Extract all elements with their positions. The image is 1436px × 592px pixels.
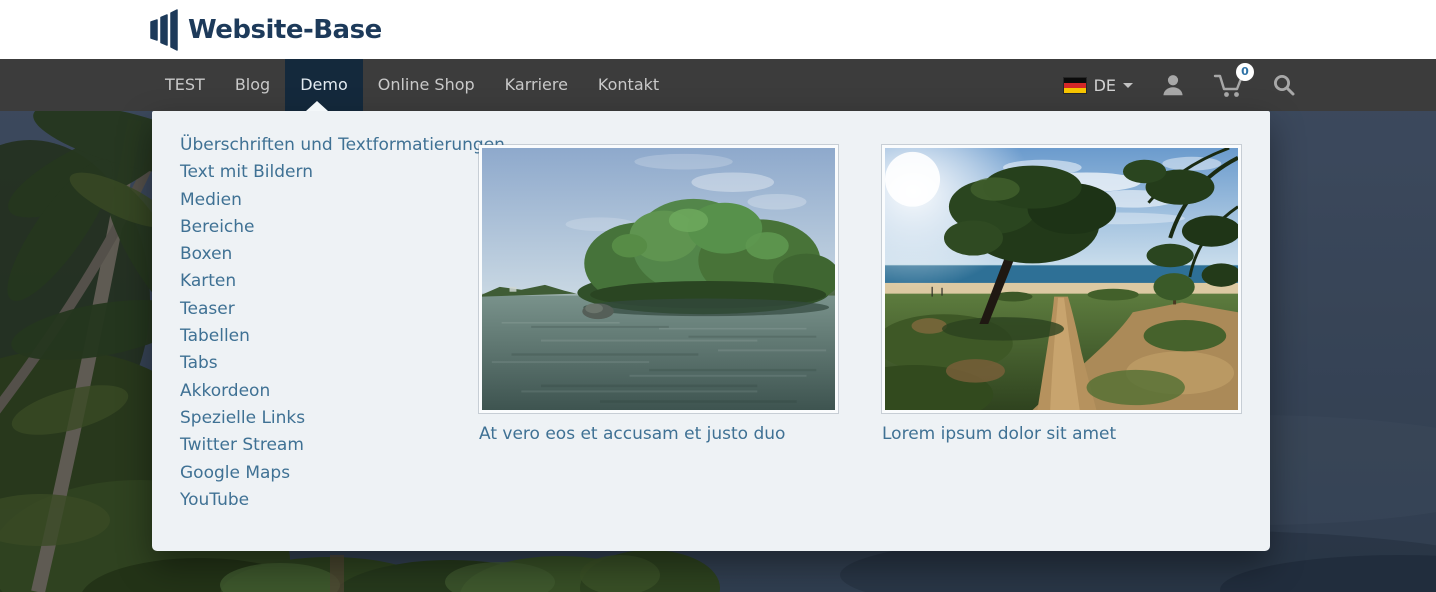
nav-item-online-shop[interactable]: Online Shop: [363, 59, 490, 111]
teaser-card-lake-island[interactable]: At vero eos et accusam et justo duo: [479, 145, 838, 444]
menu-link-akkordeon[interactable]: Akkordeon: [180, 378, 505, 405]
nav-item-karriere[interactable]: Karriere: [490, 59, 583, 111]
main-nav: TEST Blog Demo Online Shop Karriere Kont…: [0, 59, 1436, 111]
teaser-card-beach-tree[interactable]: Lorem ipsum dolor sit amet: [882, 145, 1241, 444]
menu-link-boxen[interactable]: Boxen: [180, 241, 505, 268]
menu-link-spezielle-links[interactable]: Spezielle Links: [180, 405, 505, 432]
language-switcher[interactable]: DE: [1064, 76, 1133, 95]
menu-link-twitter-stream[interactable]: Twitter Stream: [180, 432, 505, 459]
beach-tree-photo[interactable]: [882, 145, 1241, 413]
cart-button[interactable]: 0: [1213, 72, 1245, 99]
menu-link-tabellen[interactable]: Tabellen: [180, 323, 505, 350]
menu-link-bereiche[interactable]: Bereiche: [180, 214, 505, 241]
mega-menu-panel: Überschriften und Textformatierungen Tex…: [152, 111, 1270, 551]
nav-utilities: DE 0: [1064, 59, 1436, 111]
teaser-caption[interactable]: Lorem ipsum dolor sit amet: [882, 424, 1241, 444]
nav-item-test[interactable]: TEST: [150, 59, 220, 111]
menu-arrow: [306, 101, 328, 111]
menu-link-text-mit-bildern[interactable]: Text mit Bildern: [180, 159, 505, 186]
nav-links: TEST Blog Demo Online Shop Karriere Kont…: [0, 59, 674, 111]
language-label: DE: [1094, 76, 1116, 95]
menu-link-karten[interactable]: Karten: [180, 268, 505, 295]
top-bar: Website-Base: [0, 0, 1436, 59]
cart-badge: 0: [1236, 63, 1254, 81]
nav-item-kontakt[interactable]: Kontakt: [583, 59, 674, 111]
logo-text: Website-Base: [188, 17, 382, 43]
logo-bars-icon: [150, 9, 178, 51]
search-icon: [1272, 73, 1296, 97]
menu-link-youtube[interactable]: YouTube: [180, 487, 505, 514]
menu-link-google-maps[interactable]: Google Maps: [180, 460, 505, 487]
menu-link-teaser[interactable]: Teaser: [180, 296, 505, 323]
chevron-down-icon: [1123, 83, 1133, 88]
nav-item-blog[interactable]: Blog: [220, 59, 285, 111]
search-button[interactable]: [1272, 73, 1296, 97]
teaser-caption[interactable]: At vero eos et accusam et justo duo: [479, 424, 838, 444]
mega-menu-links: Überschriften und Textformatierungen Tex…: [180, 132, 505, 514]
menu-link-tabs[interactable]: Tabs: [180, 350, 505, 377]
menu-link-medien[interactable]: Medien: [180, 187, 505, 214]
user-icon: [1160, 72, 1186, 98]
account-button[interactable]: [1160, 72, 1186, 98]
site-logo[interactable]: Website-Base: [150, 9, 382, 51]
german-flag-icon: [1064, 78, 1086, 93]
menu-link-ueberschriften[interactable]: Überschriften und Textformatierungen: [180, 132, 505, 159]
lake-island-photo[interactable]: [479, 145, 838, 413]
